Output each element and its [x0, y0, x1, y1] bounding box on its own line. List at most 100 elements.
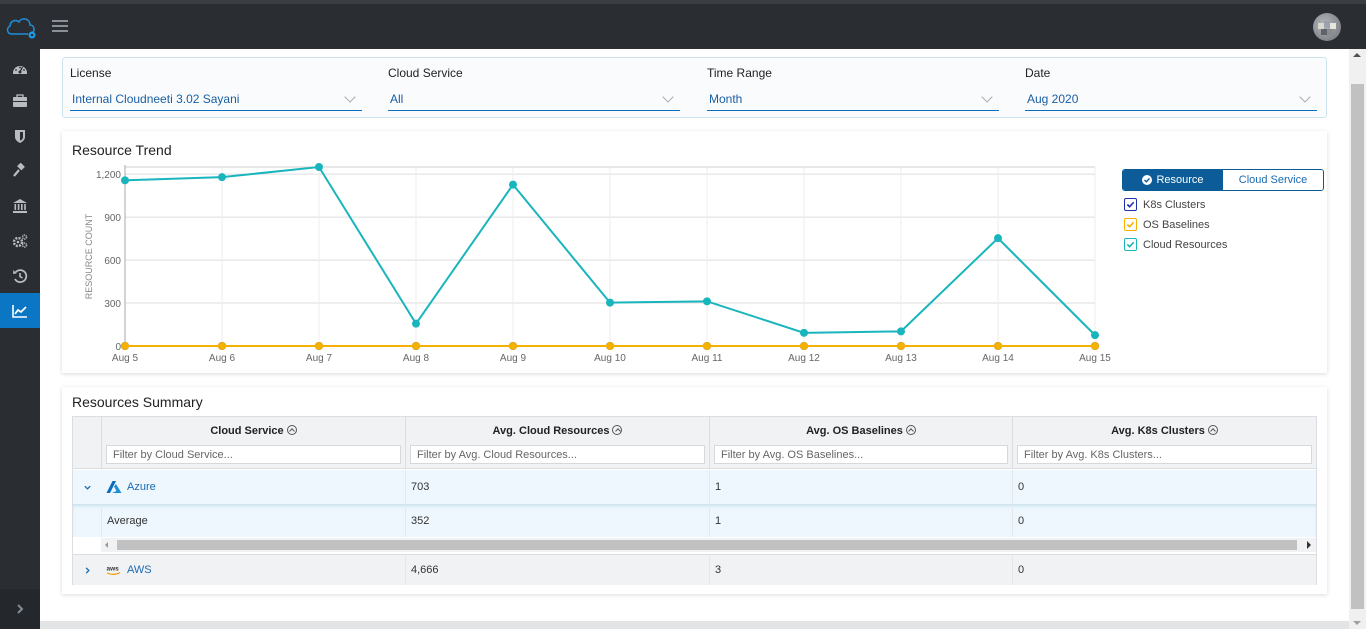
top-navbar — [0, 4, 1366, 49]
aws-logo-icon: aws — [107, 566, 121, 575]
x-tick-label: Aug 9 — [500, 353, 527, 364]
x-tick-label: Aug 5 — [112, 353, 139, 364]
column-header[interactable]: Cloud Service — [210, 425, 283, 437]
data-point-os-baselines — [703, 342, 711, 350]
table-row-aws[interactable]: aws AWS 4,666 3 0 — [73, 554, 1316, 585]
cell-avg-cloud-resources: 703 — [405, 470, 709, 504]
checkbox-checked-icon — [1124, 198, 1137, 211]
sidebar-item-security[interactable] — [0, 118, 40, 153]
legend-label: OS Baselines — [1143, 218, 1210, 231]
legend-os-baselines[interactable]: OS Baselines — [1124, 218, 1210, 231]
chevron-down-icon — [662, 91, 674, 103]
table-row-azure[interactable]: Azure 703 1 0 — [73, 470, 1316, 504]
cell-avg-os-baselines: 1 — [709, 470, 1012, 504]
hamburger-icon[interactable] — [52, 18, 68, 34]
user-avatar[interactable] — [1313, 13, 1341, 41]
sort-icon[interactable] — [905, 425, 916, 435]
page-vertical-scrollbar[interactable] — [1349, 49, 1366, 629]
sidebar-expand-button[interactable] — [0, 589, 40, 629]
data-point-cloud-resources — [121, 176, 129, 185]
row-collapse-toggle[interactable] — [73, 470, 101, 504]
date-value: Aug 2020 — [1027, 92, 1079, 106]
filter-avg-k8s-clusters-input[interactable] — [1017, 445, 1312, 464]
bank-icon — [13, 198, 27, 213]
cloud-gear-icon[interactable] — [4, 14, 38, 40]
scroll-left-arrow[interactable] — [105, 542, 108, 548]
y-tick-label: 0 — [115, 342, 121, 353]
cell-average-label: Average — [101, 504, 405, 537]
date-dropdown[interactable]: Aug 2020 — [1025, 88, 1317, 111]
x-tick-label: Aug 6 — [209, 353, 236, 364]
cell-avg-cloud-resources: 4,666 — [405, 555, 709, 585]
chevron-down-icon — [83, 485, 91, 490]
cloud-service-value: All — [390, 92, 404, 106]
x-tick-label: Aug 15 — [1079, 353, 1111, 364]
data-point-os-baselines — [412, 342, 420, 350]
time-range-dropdown[interactable]: Month — [707, 88, 999, 111]
filter-avg-cloud-resources-input[interactable] — [410, 445, 705, 464]
column-header[interactable]: Avg. Cloud Resources — [493, 425, 610, 437]
cloud-service-filter: Cloud Service All — [381, 58, 699, 119]
filter-avg-os-baselines-input[interactable] — [714, 445, 1008, 464]
time-range-filter: Time Range Month — [700, 58, 1018, 119]
x-tick-label: Aug 11 — [692, 353, 723, 364]
detail-horizontal-scrollbar[interactable] — [101, 538, 1316, 552]
sidebar-item-history[interactable] — [0, 258, 40, 293]
column-avg-os-baselines: Avg. OS Baselines — [709, 417, 1012, 469]
x-tick-label: Aug 7 — [306, 353, 333, 364]
data-point-os-baselines — [1091, 342, 1099, 350]
sidebar-item-compliance[interactable] — [0, 188, 40, 223]
row-expand-toggle[interactable] — [73, 555, 101, 585]
data-point-cloud-resources — [703, 297, 711, 306]
cell-average-k8s-clusters: 0 — [1012, 504, 1316, 537]
cloud-service-label: Cloud Service — [388, 66, 463, 80]
summary-grid: Cloud Service Avg. Cloud Resources Avg. … — [72, 416, 1317, 585]
sidebar-item-settings[interactable] — [0, 223, 40, 258]
legend-cloud-resources[interactable]: Cloud Resources — [1124, 238, 1227, 251]
sidebar-item-briefcase[interactable] — [0, 83, 40, 118]
scroll-thumb[interactable] — [117, 540, 1297, 550]
sort-icon[interactable] — [1207, 425, 1218, 435]
scroll-down-arrow[interactable] — [1353, 621, 1361, 625]
sidebar-item-remediation[interactable] — [0, 153, 40, 188]
scroll-right-arrow[interactable] — [1307, 541, 1311, 549]
toggle-cloud-service-label: Cloud Service — [1238, 174, 1308, 186]
column-header[interactable]: Avg. K8s Clusters — [1111, 425, 1205, 437]
toggle-resource-label: Resource — [1156, 174, 1204, 186]
chevron-right-icon — [85, 566, 90, 574]
sidebar-item-dashboard[interactable] — [0, 51, 40, 86]
scroll-thumb[interactable] — [1351, 84, 1364, 609]
cell-average-cloud-resources: 352 — [405, 504, 709, 537]
legend-k8s-clusters[interactable]: K8s Clusters — [1124, 198, 1205, 211]
toggle-resource[interactable]: Resource — [1123, 170, 1223, 190]
sidebar-item-trends[interactable] — [0, 293, 40, 328]
y-tick-label: 600 — [104, 256, 121, 267]
cell-average-os-baselines: 1 — [709, 504, 1012, 537]
sort-icon[interactable] — [286, 425, 297, 435]
data-point-cloud-resources — [509, 180, 517, 189]
scroll-up-arrow[interactable] — [1353, 53, 1361, 57]
speedometer-icon — [13, 65, 27, 74]
toggle-cloud-service[interactable]: Cloud Service — [1223, 170, 1323, 190]
aws-link[interactable]: AWS — [127, 564, 152, 576]
sort-icon[interactable] — [612, 425, 623, 435]
data-point-os-baselines — [121, 342, 129, 350]
y-axis-title: RESOURCE COUNT — [84, 213, 94, 299]
column-avg-k8s-clusters: Avg. K8s Clusters — [1012, 417, 1316, 469]
filter-cloud-service-input[interactable] — [106, 445, 401, 464]
gears-icon — [12, 233, 28, 248]
column-header[interactable]: Avg. OS Baselines — [806, 425, 903, 437]
license-dropdown[interactable]: Internal Cloudneeti 3.02 Sayani — [70, 88, 362, 111]
azure-link[interactable]: Azure — [127, 481, 156, 493]
legend-label: Cloud Resources — [1143, 238, 1228, 251]
date-filter: Date Aug 2020 — [1018, 58, 1328, 119]
cell-cloud-service: Azure — [101, 470, 405, 504]
date-label: Date — [1025, 66, 1051, 80]
cell-cloud-service: aws AWS — [101, 555, 405, 585]
resource-trend-chart: 0 300 600 900 1,200 Aug 5 Aug 6 Aug 7 Aug 8 Aug 9… — [84, 163, 1111, 364]
cloud-service-dropdown[interactable]: All — [388, 88, 680, 111]
data-point-cloud-resources — [897, 327, 905, 336]
license-label: License — [70, 66, 112, 80]
data-point-cloud-resources — [412, 319, 420, 328]
gavel-icon — [13, 162, 25, 177]
